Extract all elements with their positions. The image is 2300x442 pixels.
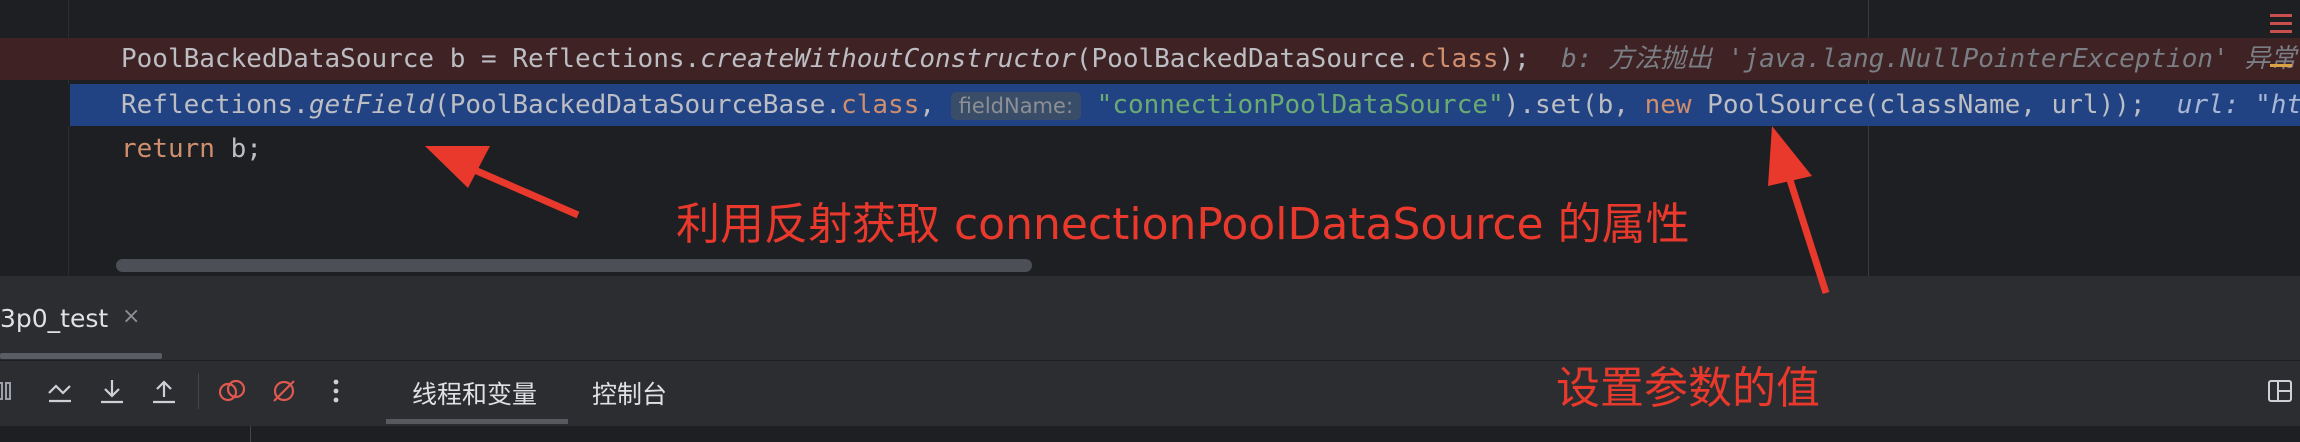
tab-active-indicator bbox=[0, 353, 162, 359]
code-token: ).set(b, bbox=[1503, 90, 1645, 120]
step-into-icon[interactable] bbox=[96, 375, 128, 407]
code-token-keyword: class bbox=[841, 90, 920, 120]
code-token: PoolBackedDataSource b = Reflections. bbox=[121, 44, 701, 74]
code-token: b; bbox=[214, 134, 262, 164]
code-line-2-current[interactable]: Reflections.getField(PoolBackedDataSourc… bbox=[0, 84, 2300, 126]
code-token: (PoolBackedDataSource. bbox=[1075, 44, 1421, 74]
toolbar-separator bbox=[198, 373, 199, 409]
code-token: , bbox=[919, 90, 951, 120]
debug-session-tab[interactable]: 3p0_test bbox=[0, 304, 108, 333]
tab-console[interactable]: 控制台 bbox=[592, 375, 667, 411]
debug-tool-window: 3p0_test × 线程和变量 控制台 bbox=[0, 276, 2300, 442]
pause-icon[interactable] bbox=[0, 375, 26, 407]
code-token-keyword: new bbox=[1644, 90, 1692, 120]
more-options-icon[interactable] bbox=[320, 375, 352, 407]
horizontal-scrollbar[interactable] bbox=[116, 259, 1032, 272]
code-token-keyword: return bbox=[121, 134, 215, 164]
code-token-keyword: class bbox=[1420, 44, 1499, 74]
code-token-method: getField bbox=[308, 90, 435, 120]
inline-debug-value: url: "ht bbox=[2176, 90, 2300, 120]
view-breakpoints-icon[interactable] bbox=[216, 375, 248, 407]
tab-threads-variables[interactable]: 线程和变量 bbox=[412, 375, 537, 411]
annotation-param-note: 设置参数的值 bbox=[1556, 363, 1820, 414]
layout-icon[interactable] bbox=[2264, 375, 2296, 407]
parameter-hint: fieldName: bbox=[950, 92, 1082, 120]
code-token: PoolSource(className, url)); bbox=[1691, 90, 2146, 120]
annotation-reflect-note: 利用反射获取 connectionPoolDataSource 的属性 bbox=[676, 199, 1690, 250]
tab-active-indicator bbox=[386, 419, 568, 424]
code-token: Reflections. bbox=[121, 90, 309, 120]
close-icon[interactable]: × bbox=[122, 304, 140, 329]
step-over-icon[interactable] bbox=[44, 375, 76, 407]
code-line-3[interactable]: return b; bbox=[0, 128, 2300, 170]
mute-breakpoints-icon[interactable] bbox=[268, 375, 300, 407]
code-token-method: createWithoutConstructor bbox=[700, 44, 1076, 74]
tool-window-content-edge bbox=[0, 426, 2300, 442]
code-token: (PoolBackedDataSourceBase. bbox=[434, 90, 842, 120]
code-token-string: "connectionPoolDataSource" bbox=[1096, 90, 1504, 120]
error-stripe-marks[interactable] bbox=[2270, 0, 2292, 67]
code-token: ); bbox=[1498, 44, 1530, 74]
debug-toolbar: 线程和变量 控制台 bbox=[0, 361, 2300, 424]
tool-window-header: 3p0_test × bbox=[0, 276, 2300, 361]
step-out-icon[interactable] bbox=[148, 375, 180, 407]
code-line-1[interactable]: PoolBackedDataSource b = Reflections.cre… bbox=[0, 38, 2300, 80]
inline-debug-value: b: 方法抛出 'java.lang.NullPointerException'… bbox=[1561, 44, 2297, 74]
